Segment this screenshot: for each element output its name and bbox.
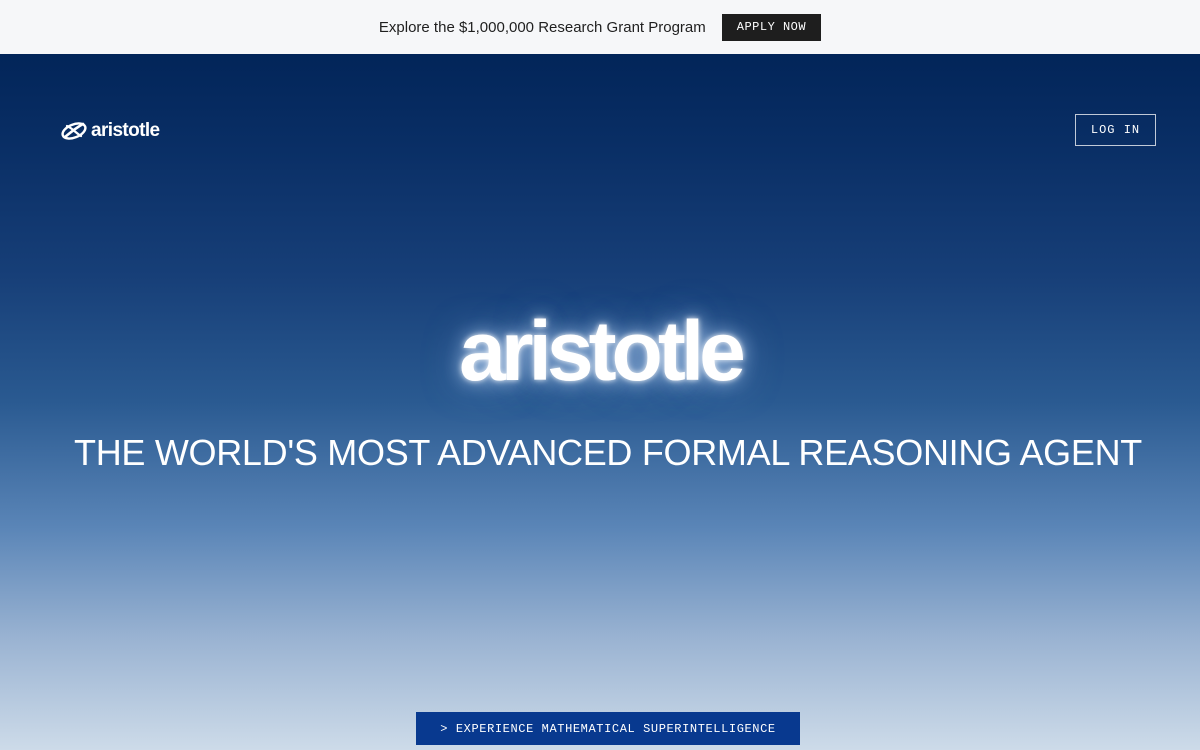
announcement-text: Explore the $1,000,000 Research Grant Pr… — [378, 18, 706, 36]
brand-name: aristotle — [91, 120, 160, 141]
hero-tagline: THE WORLD'S MOST ADVANCED FORMAL REASONI… — [74, 432, 1142, 473]
brand-logo[interactable]: aristotle — [60, 120, 160, 142]
aristotle-logo-icon — [61, 122, 87, 140]
hero-wordmark: aristotle — [459, 304, 746, 398]
apply-now-button[interactable]: APPLY NOW — [721, 13, 822, 41]
hero-section: aristotle LOG IN aristotle THE WORLD'S M… — [0, 54, 1200, 750]
experience-cta-button[interactable]: > EXPERIENCE MATHEMATICAL SUPERINTELLIGE… — [416, 712, 800, 745]
announcement-bar: Explore the $1,000,000 Research Grant Pr… — [0, 0, 1200, 54]
login-button[interactable]: LOG IN — [1075, 114, 1156, 146]
